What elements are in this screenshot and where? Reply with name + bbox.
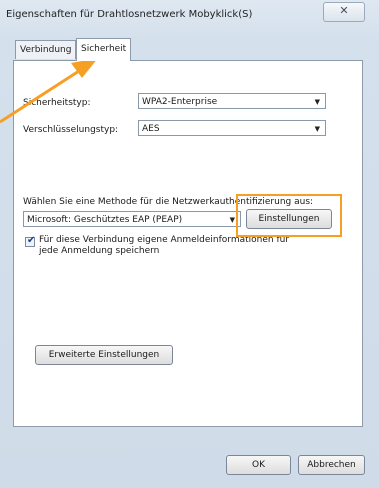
ok-button[interactable]: OK (226, 455, 291, 475)
tab-sicherheit[interactable]: Sicherheit (76, 38, 132, 61)
properties-dialog: Eigenschaften für Drahtlosnetzwerk Mobyk… (0, 0, 379, 488)
cancel-button[interactable]: Abbrechen (298, 455, 365, 475)
pointer-arrow-icon (0, 58, 98, 124)
